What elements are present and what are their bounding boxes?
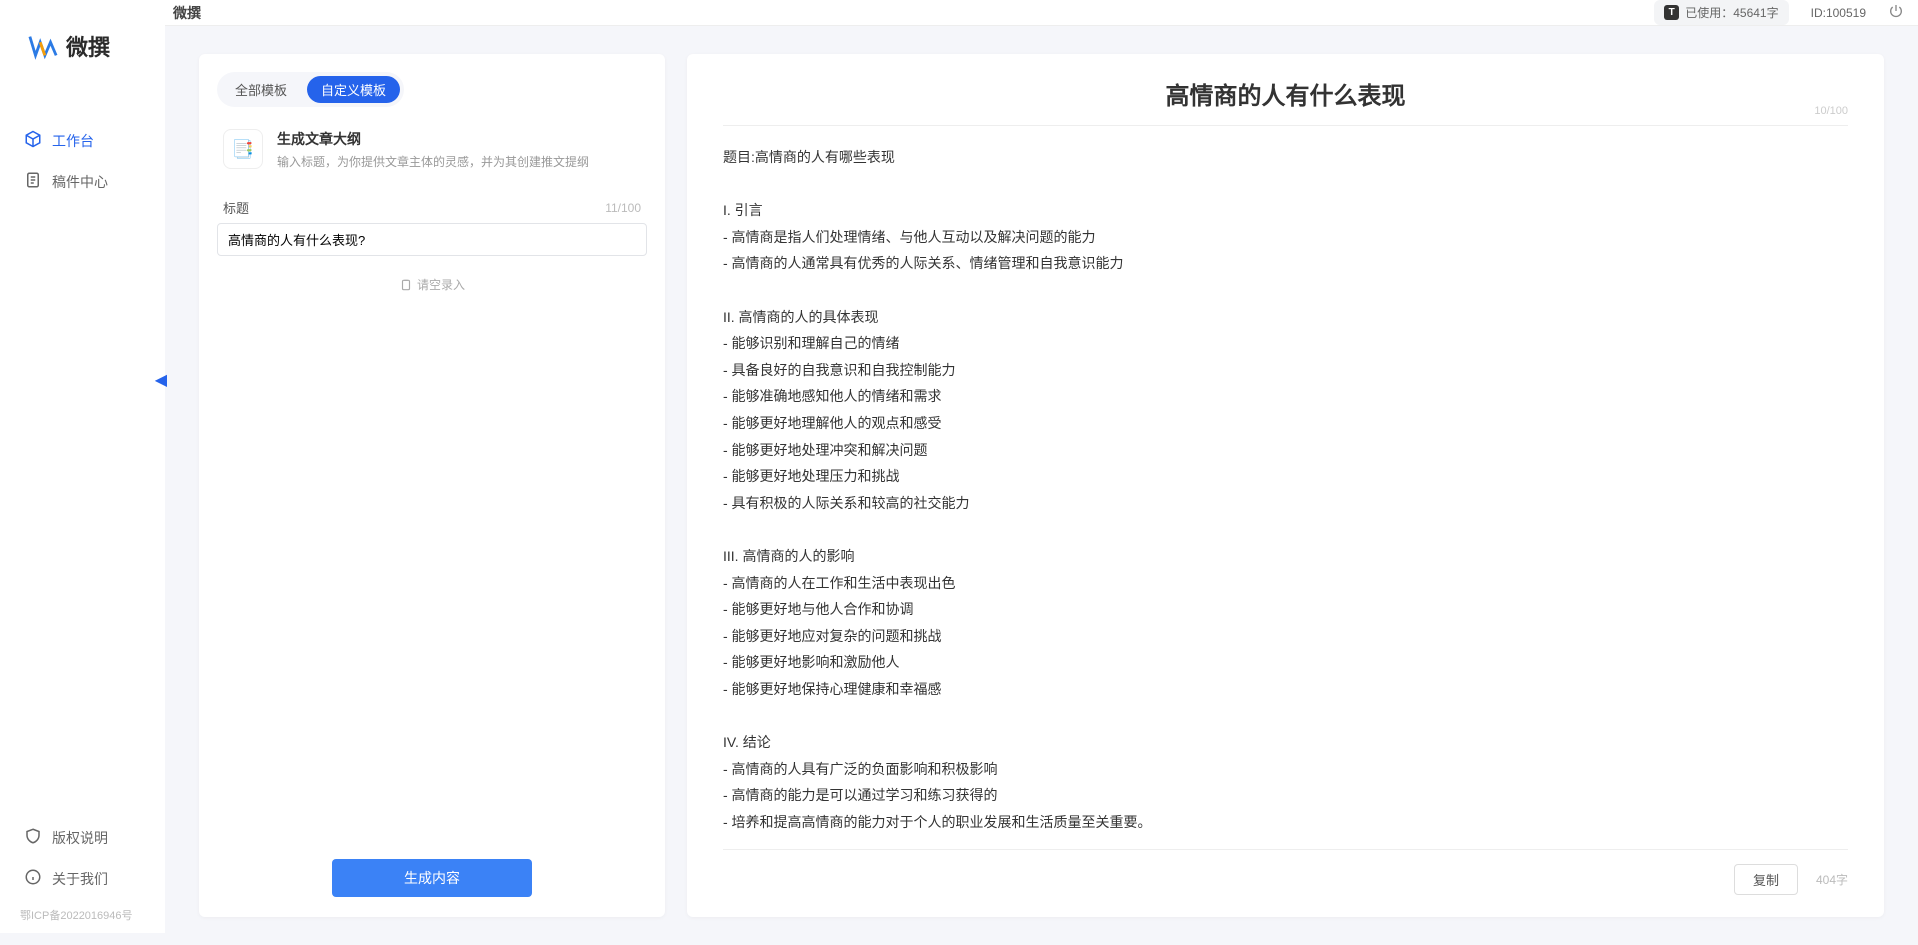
icp-text: 鄂ICP备2022016946号 bbox=[0, 901, 165, 923]
char-counter: 11/100 bbox=[605, 201, 641, 215]
template-panel: 全部模板 自定义模板 📑 生成文章大纲 输入标题，为你提供文章主体的灵感，并为其… bbox=[199, 54, 665, 917]
output-title-counter: 10/100 bbox=[1814, 105, 1848, 117]
field-label: 标题 bbox=[223, 198, 249, 217]
info-icon bbox=[24, 868, 42, 889]
output-panel: 高情商的人有什么表现 10/100 题目:高情商的人有哪些表现 I. 引言 - … bbox=[687, 54, 1884, 917]
nav-footer: 版权说明 关于我们 鄂ICP备2022016946号 bbox=[0, 819, 165, 923]
template-card-icon: 📑 bbox=[223, 129, 263, 169]
sidebar-item-copyright[interactable]: 版权说明 bbox=[0, 819, 165, 856]
usage-text: 已使用：45641字 bbox=[1685, 4, 1778, 21]
usage-badge[interactable]: T 已使用：45641字 bbox=[1654, 0, 1788, 25]
sidebar-item-drafts[interactable]: 稿件中心 bbox=[0, 163, 165, 200]
sidebar-item-about[interactable]: 关于我们 bbox=[0, 860, 165, 897]
nav: 工作台 稿件中心 bbox=[0, 122, 165, 200]
template-tabs: 全部模板 自定义模板 bbox=[217, 72, 404, 107]
sidebar-item-workspace[interactable]: 工作台 bbox=[0, 122, 165, 159]
extra-entry-hint[interactable]: 请空录入 bbox=[217, 276, 647, 293]
main: 微撰 T 已使用：45641字 ID:100519 全部模板 自定义模板 📑 bbox=[165, 0, 1918, 933]
nav-label: 稿件中心 bbox=[52, 172, 108, 192]
page-title: 微撰 bbox=[173, 3, 201, 23]
output-body[interactable]: 题目:高情商的人有哪些表现 I. 引言 - 高情商是指人们处理情绪、与他人互动以… bbox=[723, 144, 1848, 835]
output-header: 高情商的人有什么表现 10/100 bbox=[723, 76, 1848, 126]
nav-label: 版权说明 bbox=[52, 828, 108, 848]
token-icon: T bbox=[1664, 5, 1679, 20]
topbar-right: T 已使用：45641字 ID:100519 bbox=[1654, 0, 1904, 25]
brand: 微撰 bbox=[0, 30, 165, 122]
power-icon[interactable] bbox=[1888, 3, 1904, 22]
cube-icon bbox=[24, 130, 42, 151]
template-card: 📑 生成文章大纲 输入标题，为你提供文章主体的灵感，并为其创建推文提纲 bbox=[217, 129, 647, 170]
copy-button[interactable]: 复制 bbox=[1734, 864, 1798, 895]
nav-label: 关于我们 bbox=[52, 869, 108, 889]
clipboard-icon bbox=[399, 278, 413, 292]
user-id: ID:100519 bbox=[1811, 6, 1866, 20]
output-title: 高情商的人有什么表现 bbox=[723, 76, 1848, 111]
word-count: 404字 bbox=[1816, 871, 1848, 888]
workspace: 全部模板 自定义模板 📑 生成文章大纲 输入标题，为你提供文章主体的灵感，并为其… bbox=[165, 26, 1918, 945]
template-card-title: 生成文章大纲 bbox=[277, 129, 589, 149]
nav-label: 工作台 bbox=[52, 131, 94, 151]
output-footer: 复制 404字 bbox=[723, 849, 1848, 895]
document-icon bbox=[24, 171, 42, 192]
title-input[interactable] bbox=[217, 223, 647, 256]
collapse-toggle[interactable]: ◀ bbox=[155, 370, 167, 390]
tab-custom-templates[interactable]: 自定义模板 bbox=[307, 76, 400, 103]
topbar: 微撰 T 已使用：45641字 ID:100519 bbox=[165, 0, 1918, 26]
template-card-subtitle: 输入标题，为你提供文章主体的灵感，并为其创建推文提纲 bbox=[277, 153, 589, 170]
tab-all-templates[interactable]: 全部模板 bbox=[221, 76, 301, 103]
logo-icon bbox=[28, 31, 58, 61]
shield-icon bbox=[24, 827, 42, 848]
brand-name: 微撰 bbox=[66, 30, 110, 62]
generate-button[interactable]: 生成内容 bbox=[332, 859, 532, 897]
sidebar: 微撰 工作台 稿件中心 ◀ 版权说明 关于我们 鄂ICP备2022016946号 bbox=[0, 0, 165, 933]
